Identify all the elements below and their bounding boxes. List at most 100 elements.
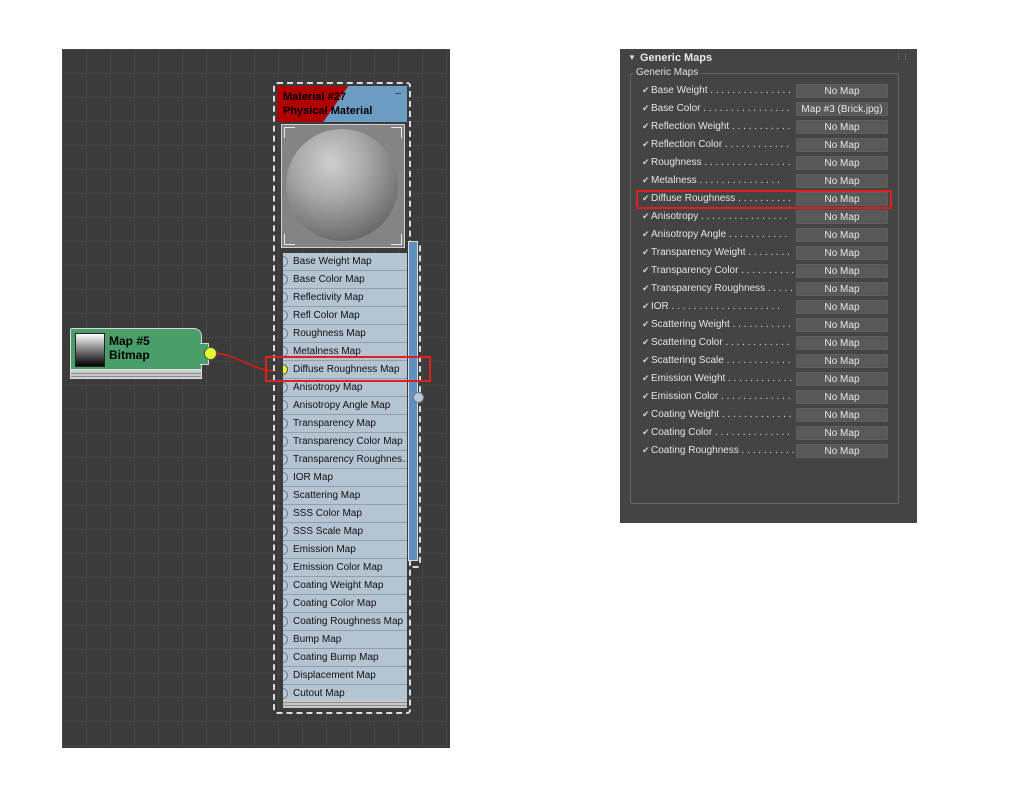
socket-row-anisotropy-angle-map[interactable]: Anisotropy Angle Map [283,397,407,415]
map-slot-button[interactable]: No Map [796,372,888,386]
checkbox-icon[interactable]: ✔ [642,229,650,240]
map-slot-button[interactable]: No Map [796,228,888,242]
checkbox-icon[interactable]: ✔ [642,211,650,222]
bitmap-node[interactable]: Map #5 Bitmap [70,328,209,379]
checkbox-icon[interactable]: ✔ [642,103,650,114]
checkbox-icon[interactable]: ✔ [642,265,650,276]
map-slot-button[interactable]: No Map [796,174,888,188]
param-label: Scattering Color . . . . . . . . . . . . [651,337,790,348]
checkbox-icon[interactable]: ✔ [642,445,650,456]
param-label: Transparency Roughness . . . . . . [651,283,799,294]
map-slot-button[interactable]: No Map [796,318,888,332]
map-slot-button[interactable]: Map #3 (Brick.jpg) [796,102,888,116]
input-socket-icon[interactable] [283,634,288,645]
checkbox-icon[interactable]: ✔ [642,85,650,96]
input-socket-icon[interactable] [283,418,288,429]
socket-row-ior-map[interactable]: IOR Map [283,469,407,487]
map-slot-button[interactable]: No Map [796,444,888,458]
grip-icon[interactable]: ⋮⋮ [895,49,909,67]
material-output-socket[interactable] [413,392,424,403]
input-socket-icon[interactable] [283,652,288,663]
input-socket-icon[interactable] [283,562,288,573]
input-socket-icon[interactable] [283,616,288,627]
map-slot-button[interactable]: No Map [796,156,888,170]
input-socket-icon[interactable] [283,400,288,411]
input-socket-icon[interactable] [283,688,288,699]
param-row-scattering-color: ✔ Scattering Color . . . . . . . . . . . … [640,334,900,352]
socket-row-scattering-map[interactable]: Scattering Map [283,487,407,505]
input-socket-icon[interactable] [283,472,288,483]
checkbox-icon[interactable]: ✔ [642,319,650,330]
socket-row-base-color-map[interactable]: Base Color Map [283,271,407,289]
input-socket-icon[interactable] [283,328,288,339]
map-slot-button[interactable]: No Map [796,390,888,404]
checkbox-icon[interactable]: ✔ [642,391,650,402]
socket-row-coating-color-map[interactable]: Coating Color Map [283,595,407,613]
map-slot-button[interactable]: No Map [796,246,888,260]
node-menu-icon[interactable]: – [395,88,401,99]
input-socket-icon[interactable] [283,310,288,321]
socket-row-bump-map[interactable]: Bump Map [283,631,407,649]
socket-row-sss-scale-map[interactable]: SSS Scale Map [283,523,407,541]
checkbox-icon[interactable]: ✔ [642,247,650,258]
input-socket-icon[interactable] [283,598,288,609]
checkbox-icon[interactable]: ✔ [642,373,650,384]
bitmap-node-name: Map #5 [109,334,150,348]
input-socket-icon[interactable] [283,274,288,285]
map-slot-button[interactable]: No Map [796,120,888,134]
map-slot-button[interactable]: No Map [796,210,888,224]
map-slot-button[interactable]: No Map [796,426,888,440]
input-socket-icon[interactable] [283,670,288,681]
checkbox-icon[interactable]: ✔ [642,337,650,348]
map-slot-button[interactable]: No Map [796,300,888,314]
checkbox-icon[interactable]: ✔ [642,301,650,312]
socket-row-transparency-color-map[interactable]: Transparency Color Map [283,433,407,451]
socket-row-refl-color-map[interactable]: Refl Color Map [283,307,407,325]
input-socket-icon[interactable] [283,454,288,465]
input-socket-icon[interactable] [283,526,288,537]
input-socket-icon[interactable] [283,490,288,501]
input-socket-icon[interactable] [283,382,288,393]
socket-row-displacement-map[interactable]: Displacement Map [283,667,407,685]
checkbox-icon[interactable]: ✔ [642,355,650,366]
map-slot-button[interactable]: No Map [796,264,888,278]
socket-row-emission-map[interactable]: Emission Map [283,541,407,559]
map-slot-button[interactable]: No Map [796,336,888,350]
socket-row-emission-color-map[interactable]: Emission Color Map [283,559,407,577]
rollout-header[interactable]: ▼ Generic Maps ⋮⋮ [620,49,917,67]
socket-row-transparency-map[interactable]: Transparency Map [283,415,407,433]
checkbox-icon[interactable]: ✔ [642,157,650,168]
map-slot-button[interactable]: No Map [796,282,888,296]
input-socket-icon[interactable] [283,436,288,447]
bitmap-output-socket[interactable] [204,347,217,360]
socket-row-base-weight-map[interactable]: Base Weight Map [283,253,407,271]
checkbox-icon[interactable]: ✔ [642,121,650,132]
input-socket-icon[interactable] [283,292,288,303]
socket-row-transparency-roughnes[interactable]: Transparency Roughnes… [283,451,407,469]
map-slot-button[interactable]: No Map [796,138,888,152]
map-slot-button[interactable]: No Map [796,354,888,368]
checkbox-icon[interactable]: ✔ [642,175,650,186]
input-socket-icon[interactable] [283,256,288,267]
map-slot-button[interactable]: No Map [796,408,888,422]
socket-label: Emission Color Map [293,562,383,573]
node-editor-canvas[interactable]: Map #5 Bitmap Material #27 Physical Mate… [62,49,450,748]
collapse-arrow-icon[interactable]: ▼ [628,49,636,67]
socket-row-reflectivity-map[interactable]: Reflectivity Map [283,289,407,307]
input-socket-icon[interactable] [283,544,288,555]
socket-row-coating-bump-map[interactable]: Coating Bump Map [283,649,407,667]
socket-row-coating-weight-map[interactable]: Coating Weight Map [283,577,407,595]
socket-row-coating-roughness-map[interactable]: Coating Roughness Map [283,613,407,631]
input-socket-icon[interactable] [283,508,288,519]
socket-row-sss-color-map[interactable]: SSS Color Map [283,505,407,523]
socket-row-roughness-map[interactable]: Roughness Map [283,325,407,343]
checkbox-icon[interactable]: ✔ [642,283,650,294]
material-node-header[interactable]: Material #27 Physical Material – [277,86,407,122]
param-label: Anisotropy Angle . . . . . . . . . . . [651,229,788,240]
input-socket-icon[interactable] [283,580,288,591]
map-slot-button[interactable]: No Map [796,84,888,98]
material-node[interactable]: Material #27 Physical Material – Base We… [273,82,411,714]
checkbox-icon[interactable]: ✔ [642,427,650,438]
checkbox-icon[interactable]: ✔ [642,139,650,150]
checkbox-icon[interactable]: ✔ [642,409,650,420]
